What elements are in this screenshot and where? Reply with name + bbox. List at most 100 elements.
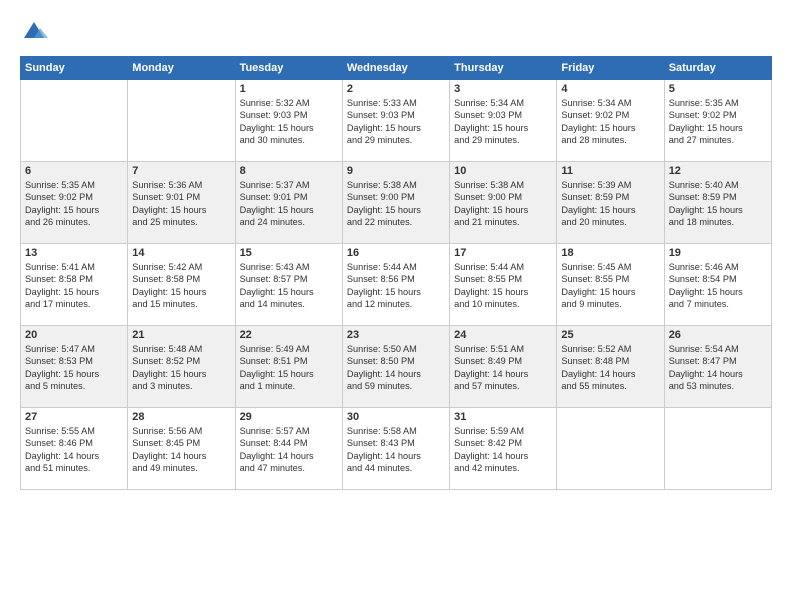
day-info-line: Sunset: 9:02 PM [25,191,123,203]
day-info-line: and 7 minutes. [669,298,767,310]
day-info-line: Daylight: 15 hours [25,368,123,380]
day-info-line: Daylight: 15 hours [669,286,767,298]
day-info-line: Sunrise: 5:46 AM [669,261,767,273]
day-number: 4 [561,83,659,95]
day-number: 29 [240,411,338,423]
day-number: 24 [454,329,552,341]
day-info-line: Sunrise: 5:54 AM [669,343,767,355]
day-number: 28 [132,411,230,423]
day-info-line: Daylight: 15 hours [132,286,230,298]
day-info-line: and 30 minutes. [240,134,338,146]
day-number: 10 [454,165,552,177]
day-info-line: Sunrise: 5:38 AM [454,179,552,191]
day-info-line: Sunrise: 5:45 AM [561,261,659,273]
weekday-header-wednesday: Wednesday [342,57,449,80]
day-number: 22 [240,329,338,341]
day-info-line: Sunset: 9:00 PM [347,191,445,203]
header [20,18,772,46]
day-info-line: and 55 minutes. [561,380,659,392]
calendar-cell: 30Sunrise: 5:58 AMSunset: 8:43 PMDayligh… [342,408,449,490]
day-info-line: Sunrise: 5:49 AM [240,343,338,355]
day-info-line: Daylight: 14 hours [25,450,123,462]
calendar-cell: 2Sunrise: 5:33 AMSunset: 9:03 PMDaylight… [342,80,449,162]
day-info-line: and 14 minutes. [240,298,338,310]
day-info-line: Sunset: 9:03 PM [240,109,338,121]
day-info-line: and 3 minutes. [132,380,230,392]
logo-icon [20,18,48,46]
day-number: 7 [132,165,230,177]
day-info-line: and 29 minutes. [347,134,445,146]
weekday-header-saturday: Saturday [664,57,771,80]
calendar-table: SundayMondayTuesdayWednesdayThursdayFrid… [20,56,772,490]
weekday-header-row: SundayMondayTuesdayWednesdayThursdayFrid… [21,57,772,80]
day-info-line: Sunset: 9:02 PM [669,109,767,121]
calendar-cell [557,408,664,490]
day-info-line: Sunrise: 5:40 AM [669,179,767,191]
day-number: 26 [669,329,767,341]
day-info-line: and 5 minutes. [25,380,123,392]
day-number: 15 [240,247,338,259]
day-info-line: Sunrise: 5:41 AM [25,261,123,273]
day-info-line: Daylight: 15 hours [561,204,659,216]
calendar-cell: 24Sunrise: 5:51 AMSunset: 8:49 PMDayligh… [450,326,557,408]
day-info-line: Daylight: 14 hours [669,368,767,380]
day-info-line: Sunset: 8:58 PM [25,273,123,285]
calendar-week-row: 1Sunrise: 5:32 AMSunset: 9:03 PMDaylight… [21,80,772,162]
day-info-line: Sunset: 8:59 PM [669,191,767,203]
day-info-line: Sunrise: 5:32 AM [240,97,338,109]
day-info-line: Sunset: 8:47 PM [669,355,767,367]
calendar-cell: 17Sunrise: 5:44 AMSunset: 8:55 PMDayligh… [450,244,557,326]
calendar-cell [21,80,128,162]
day-info-line: and 12 minutes. [347,298,445,310]
day-info-line: Sunset: 8:48 PM [561,355,659,367]
day-number: 14 [132,247,230,259]
day-info-line: Sunset: 8:53 PM [25,355,123,367]
day-info-line: and 21 minutes. [454,216,552,228]
day-info-line: Sunrise: 5:55 AM [25,425,123,437]
calendar-cell: 14Sunrise: 5:42 AMSunset: 8:58 PMDayligh… [128,244,235,326]
day-info-line: Daylight: 15 hours [347,286,445,298]
day-info-line: Daylight: 14 hours [132,450,230,462]
day-info-line: Sunset: 8:56 PM [347,273,445,285]
day-number: 9 [347,165,445,177]
day-number: 8 [240,165,338,177]
day-info-line: Sunrise: 5:44 AM [347,261,445,273]
day-number: 2 [347,83,445,95]
calendar-cell: 23Sunrise: 5:50 AMSunset: 8:50 PMDayligh… [342,326,449,408]
day-info-line: Sunrise: 5:51 AM [454,343,552,355]
day-info-line: Sunrise: 5:38 AM [347,179,445,191]
day-info-line: Daylight: 15 hours [132,204,230,216]
day-info-line: Sunrise: 5:52 AM [561,343,659,355]
calendar-cell: 3Sunrise: 5:34 AMSunset: 9:03 PMDaylight… [450,80,557,162]
day-info-line: Sunset: 9:01 PM [240,191,338,203]
day-info-line: Sunrise: 5:35 AM [669,97,767,109]
calendar-cell: 28Sunrise: 5:56 AMSunset: 8:45 PMDayligh… [128,408,235,490]
calendar-cell: 21Sunrise: 5:48 AMSunset: 8:52 PMDayligh… [128,326,235,408]
day-info-line: and 27 minutes. [669,134,767,146]
day-info-line: Daylight: 15 hours [240,204,338,216]
day-info-line: Sunrise: 5:43 AM [240,261,338,273]
day-number: 6 [25,165,123,177]
day-info-line: Sunset: 8:50 PM [347,355,445,367]
day-info-line: Daylight: 14 hours [347,368,445,380]
day-info-line: Daylight: 15 hours [454,122,552,134]
day-info-line: Sunrise: 5:33 AM [347,97,445,109]
day-info-line: and 47 minutes. [240,462,338,474]
calendar-cell: 7Sunrise: 5:36 AMSunset: 9:01 PMDaylight… [128,162,235,244]
calendar-cell: 11Sunrise: 5:39 AMSunset: 8:59 PMDayligh… [557,162,664,244]
day-info-line: and 44 minutes. [347,462,445,474]
day-info-line: and 59 minutes. [347,380,445,392]
calendar-cell: 26 Sunrise: 5:54 AMSunset: 8:47 PMDayligh… [664,326,771,408]
day-info-line: Sunset: 9:03 PM [347,109,445,121]
calendar-cell: 19Sunrise: 5:46 AMSunset: 8:54 PMDayligh… [664,244,771,326]
calendar-cell [664,408,771,490]
day-info-line: and 28 minutes. [561,134,659,146]
day-info-line: Daylight: 15 hours [669,204,767,216]
weekday-header-friday: Friday [557,57,664,80]
calendar-cell: 20Sunrise: 5:47 AMSunset: 8:53 PMDayligh… [21,326,128,408]
calendar-cell: 13Sunrise: 5:41 AMSunset: 8:58 PMDayligh… [21,244,128,326]
calendar-cell: 6Sunrise: 5:35 AMSunset: 9:02 PMDaylight… [21,162,128,244]
day-info-line: and 9 minutes. [561,298,659,310]
day-info-line: Sunrise: 5:37 AM [240,179,338,191]
day-info-line: Daylight: 14 hours [347,450,445,462]
